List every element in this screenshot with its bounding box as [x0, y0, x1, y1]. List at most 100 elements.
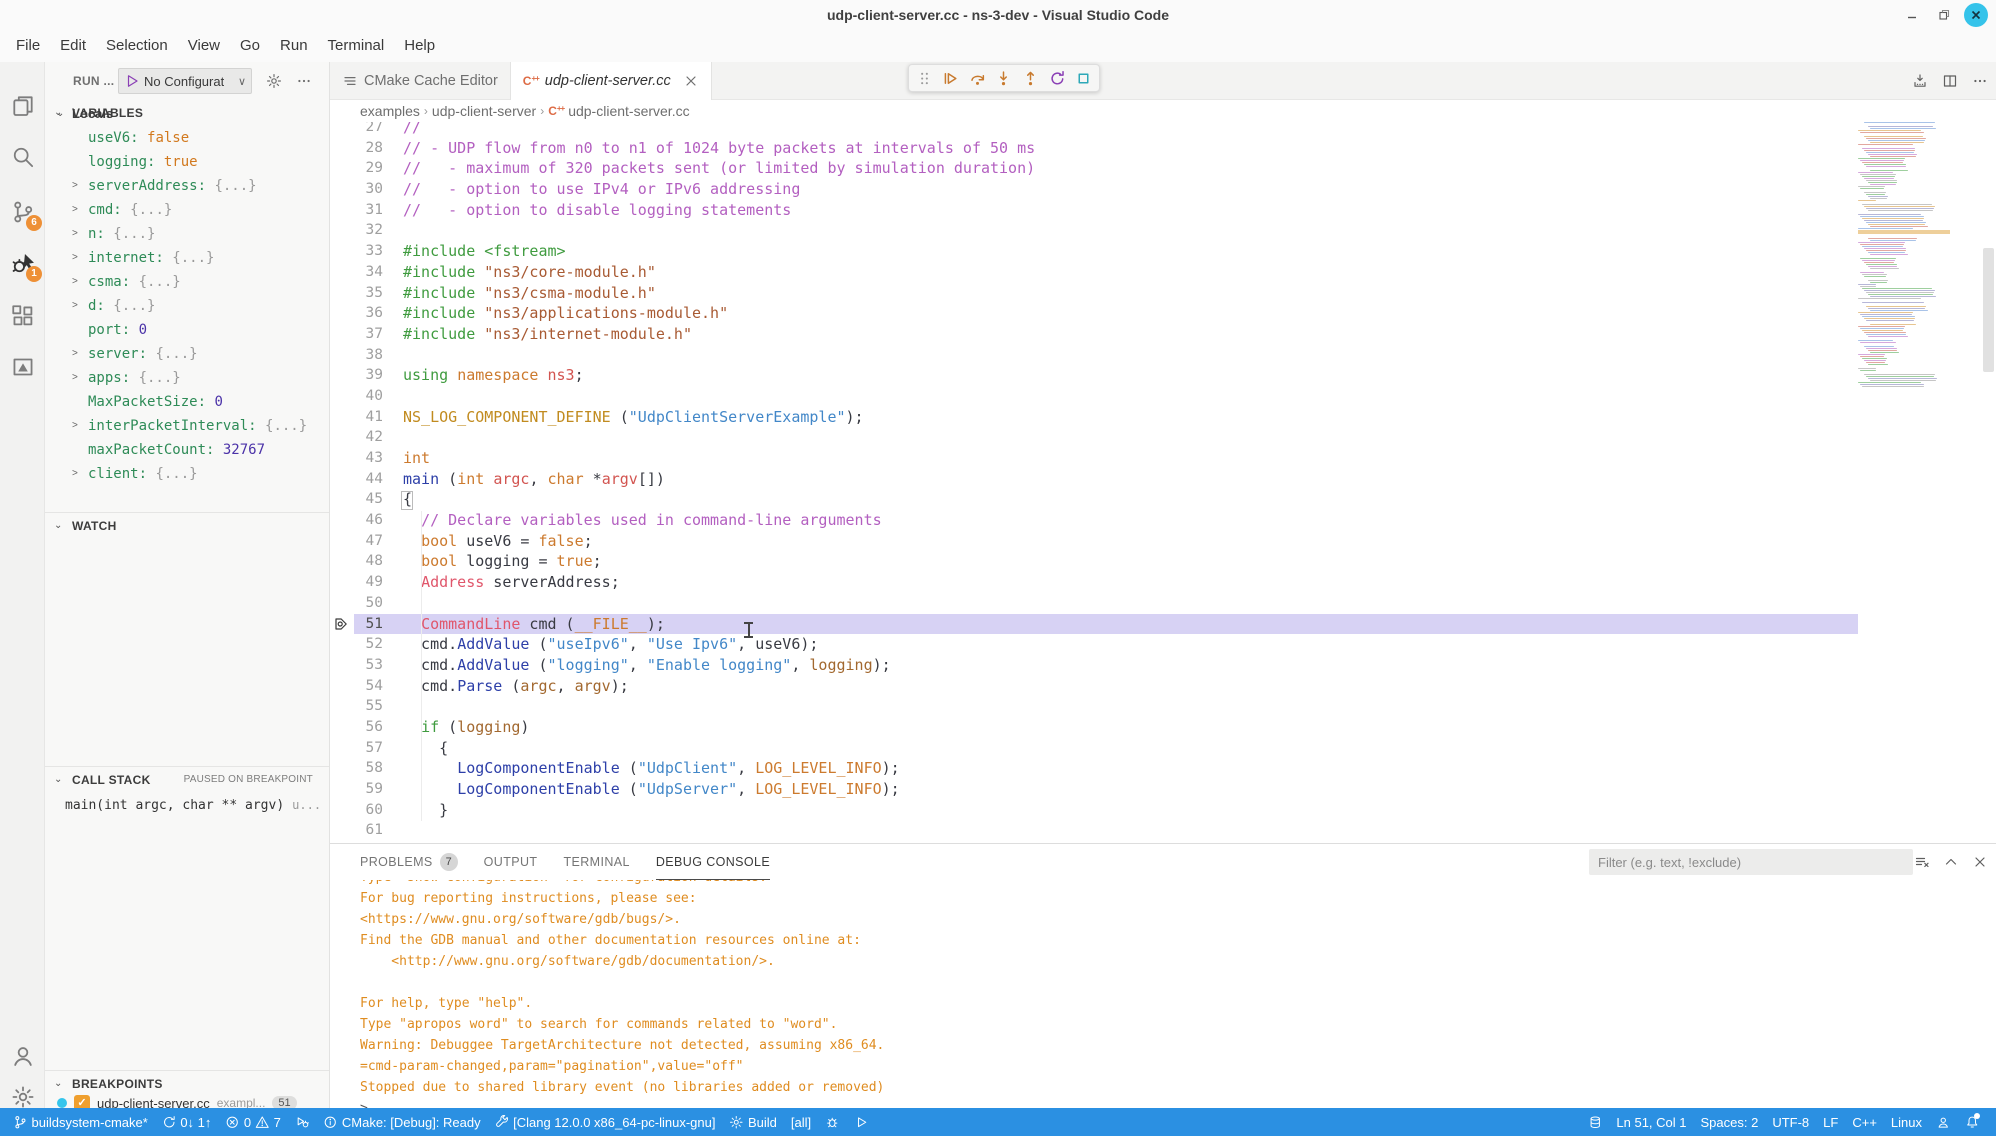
- activity-search[interactable]: [0, 136, 45, 178]
- clear-console-icon[interactable]: [1914, 854, 1930, 870]
- code-line-29[interactable]: 29// - maximum of 320 packets sent (or l…: [330, 158, 1996, 179]
- line-number[interactable]: 29: [330, 158, 383, 179]
- variable-apps[interactable]: >apps: {...}: [45, 366, 329, 390]
- status-cmake-status[interactable]: CMake: [Debug]: Ready: [316, 1108, 487, 1136]
- line-number[interactable]: 37: [330, 324, 383, 345]
- line-number[interactable]: 35: [330, 283, 383, 304]
- menu-help[interactable]: Help: [394, 30, 445, 62]
- variable-MaxPacketSize[interactable]: MaxPacketSize: 0: [45, 390, 329, 414]
- line-number[interactable]: 57: [330, 738, 383, 759]
- line-number[interactable]: 50: [330, 593, 383, 614]
- code-line-59[interactable]: 59 LogComponentEnable ("UdpServer", LOG_…: [330, 779, 1996, 800]
- status-indentation[interactable]: Spaces: 2: [1694, 1108, 1766, 1136]
- line-number[interactable]: 51: [330, 614, 383, 635]
- code-line-37[interactable]: 37#include "ns3/internet-module.h": [330, 324, 1996, 345]
- code-line-54[interactable]: 54 cmd.Parse (argc, argv);: [330, 676, 1996, 697]
- line-number[interactable]: 44: [330, 469, 383, 490]
- line-number[interactable]: 33: [330, 241, 383, 262]
- menu-terminal[interactable]: Terminal: [318, 30, 395, 62]
- variable-serverAddress[interactable]: >serverAddress: {...}: [45, 174, 329, 198]
- code-line-32[interactable]: 32: [330, 220, 1996, 241]
- code-line-40[interactable]: 40: [330, 386, 1996, 407]
- code-line-53[interactable]: 53 cmd.AddValue ("logging", "Enable logg…: [330, 655, 1996, 676]
- step-into-icon[interactable]: [995, 70, 1012, 87]
- line-number[interactable]: 32: [330, 220, 383, 241]
- maximize-button[interactable]: [1932, 3, 1956, 27]
- run-file-icon[interactable]: [1912, 73, 1928, 89]
- code-line-51[interactable]: 51 CommandLine cmd (__FILE__);: [330, 614, 1996, 635]
- console-prompt[interactable]: >: [360, 1098, 1996, 1108]
- watch-section-header[interactable]: ⌄ WATCH: [45, 512, 329, 538]
- variable-port[interactable]: port: 0: [45, 318, 329, 342]
- line-number[interactable]: 31: [330, 200, 383, 221]
- line-number[interactable]: 59: [330, 779, 383, 800]
- status-build-target[interactable]: [all]: [784, 1108, 818, 1136]
- code-line-56[interactable]: 56 if (logging): [330, 717, 1996, 738]
- call-stack-section-header[interactable]: ⌄ CALL STACK PAUSED ON BREAKPOINT: [45, 766, 329, 792]
- variables-scope-locals[interactable]: ⌄ Locals: [45, 102, 329, 126]
- activity-accounts[interactable]: [0, 1035, 45, 1077]
- line-number[interactable]: 39: [330, 365, 383, 386]
- status-git-branch[interactable]: buildsystem-cmake*: [6, 1108, 155, 1136]
- variable-n[interactable]: >n: {...}: [45, 222, 329, 246]
- step-out-icon[interactable]: [1022, 70, 1039, 87]
- menu-file[interactable]: File: [6, 30, 50, 62]
- code-line-36[interactable]: 36#include "ns3/applications-module.h": [330, 303, 1996, 324]
- line-number[interactable]: 38: [330, 345, 383, 366]
- line-number[interactable]: 41: [330, 407, 383, 428]
- status-language-mode[interactable]: C++: [1845, 1108, 1884, 1136]
- tab-cmake-cache-editor[interactable]: CMake Cache Editor: [330, 62, 511, 100]
- line-number[interactable]: 56: [330, 717, 383, 738]
- breadcrumb-udp-client-server[interactable]: udp-client-server: [432, 103, 536, 119]
- variable-d[interactable]: >d: {...}: [45, 294, 329, 318]
- line-number[interactable]: 55: [330, 696, 383, 717]
- status-notifications[interactable]: [1958, 1108, 1987, 1136]
- menu-selection[interactable]: Selection: [96, 30, 178, 62]
- code-line-35[interactable]: 35#include "ns3/csma-module.h": [330, 283, 1996, 304]
- code-line-39[interactable]: 39using namespace ns3;: [330, 365, 1996, 386]
- line-number[interactable]: 40: [330, 386, 383, 407]
- panel-tab-problems[interactable]: PROBLEMS7: [360, 844, 458, 880]
- code-line-50[interactable]: 50: [330, 593, 1996, 614]
- code-editor[interactable]: 27//28// - UDP flow from n0 to n1 of 102…: [330, 122, 1996, 843]
- tab-udp-client-server-cc[interactable]: C++udp-client-server.cc: [511, 62, 712, 100]
- line-number[interactable]: 60: [330, 800, 383, 821]
- editor-scrollbar[interactable]: [1983, 248, 1994, 372]
- code-line-57[interactable]: 57 {: [330, 738, 1996, 759]
- variable-interPacketInterval[interactable]: >interPacketInterval: {...}: [45, 414, 329, 438]
- line-number[interactable]: 54: [330, 676, 383, 697]
- status-cursor-position[interactable]: Ln 51, Col 1: [1609, 1108, 1693, 1136]
- status-eol[interactable]: LF: [1816, 1108, 1845, 1136]
- line-number[interactable]: 34: [330, 262, 383, 283]
- line-number[interactable]: 46: [330, 510, 383, 531]
- code-line-41[interactable]: 41NS_LOG_COMPONENT_DEFINE ("UdpClientSer…: [330, 407, 1996, 428]
- line-number[interactable]: 42: [330, 427, 383, 448]
- variable-internet[interactable]: >internet: {...}: [45, 246, 329, 270]
- panel-tab-output[interactable]: OUTPUT: [484, 844, 538, 880]
- status-cmake-debug[interactable]: [288, 1108, 317, 1136]
- breakpoint-enabled-checkbox[interactable]: ✓: [74, 1095, 90, 1108]
- breadcrumb-udp-client-server.cc[interactable]: udp-client-server.cc: [568, 103, 689, 119]
- activity-run-and-debug[interactable]: 1: [0, 242, 45, 284]
- breakpoint-item[interactable]: ✓ udp-client-server.cc exampl... 51: [45, 1092, 329, 1108]
- status-cmake-kit[interactable]: [Clang 12.0.0 x86_64-pc-linux-gnu]: [488, 1108, 723, 1136]
- menu-run[interactable]: Run: [270, 30, 318, 62]
- status-keyboard-layout[interactable]: Linux: [1884, 1108, 1929, 1136]
- line-number[interactable]: 45: [330, 489, 383, 510]
- continue-icon[interactable]: [942, 70, 959, 87]
- status-feedback[interactable]: [1929, 1108, 1958, 1136]
- line-number[interactable]: 58: [330, 758, 383, 779]
- status-encoding[interactable]: UTF-8: [1765, 1108, 1816, 1136]
- restart-icon[interactable]: [1049, 70, 1066, 87]
- code-line-61[interactable]: 61: [330, 820, 1996, 841]
- activity-extensions[interactable]: [0, 295, 45, 337]
- code-line-31[interactable]: 31// - option to disable logging stateme…: [330, 200, 1996, 221]
- variable-server[interactable]: >server: {...}: [45, 342, 329, 366]
- line-number[interactable]: 61: [330, 820, 383, 841]
- line-number[interactable]: 30: [330, 179, 383, 200]
- collapse-panel-icon[interactable]: [1943, 854, 1959, 870]
- code-line-38[interactable]: 38: [330, 345, 1996, 366]
- line-number[interactable]: 43: [330, 448, 383, 469]
- status-problems[interactable]: 07: [218, 1108, 287, 1136]
- variable-client[interactable]: >client: {...}: [45, 462, 329, 486]
